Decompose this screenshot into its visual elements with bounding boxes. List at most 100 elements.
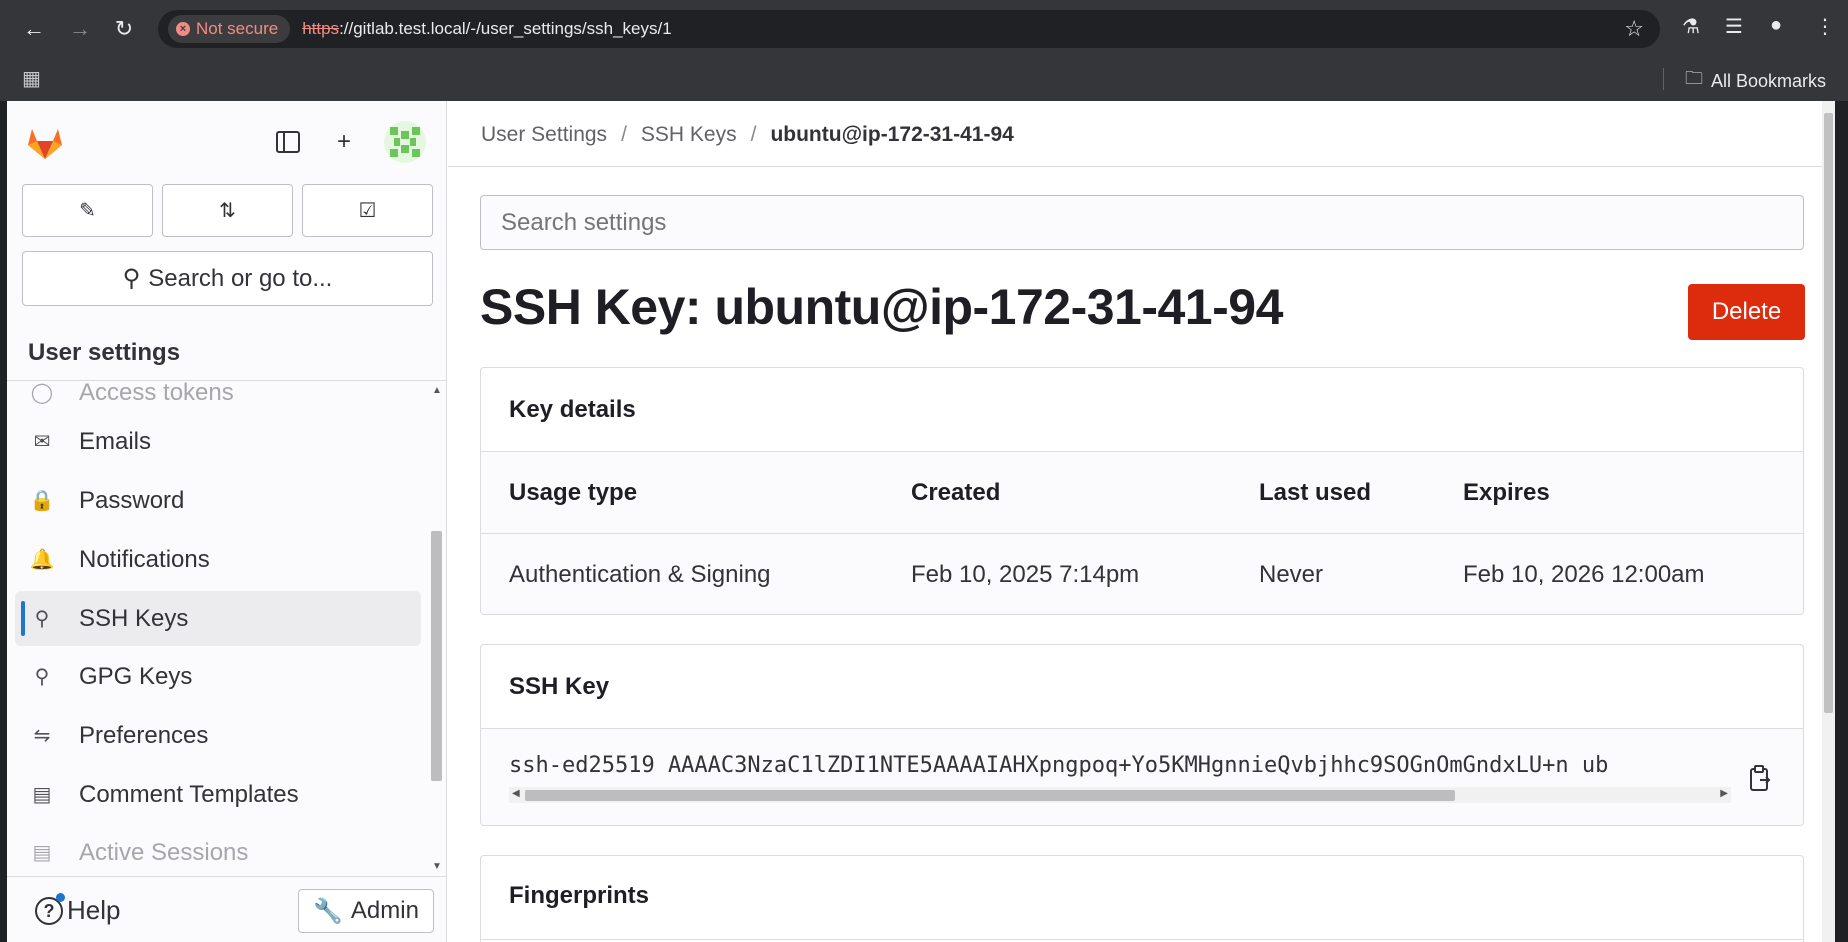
sidebar-item-label: Access tokens: [79, 382, 234, 406]
sidebar-item-active-sessions[interactable]: ▤ Active Sessions: [15, 825, 421, 876]
breadcrumb-ssh-keys[interactable]: SSH Keys: [641, 123, 737, 147]
ssh-key-body: ssh-ed25519 AAAAC3NzaC1lZDI1NTE5AAAAIAHX…: [481, 729, 1803, 825]
sidebar-item-label: Notifications: [79, 545, 210, 573]
table-header-row: Usage type Created Last used Expires: [481, 452, 1803, 534]
bell-icon: 🔔: [29, 549, 55, 571]
sidebar-item-ssh-keys[interactable]: ⚲ SSH Keys: [15, 591, 421, 646]
security-label: Not secure: [196, 19, 279, 38]
fingerprints-card: Fingerprints: [480, 855, 1804, 942]
sidebar-item-preferences[interactable]: ⇋ Preferences: [15, 708, 421, 763]
mail-icon: ✉: [33, 431, 51, 453]
key-scroll-thumb[interactable]: [525, 790, 1455, 801]
url-scheme: https: [302, 19, 340, 38]
issues-button[interactable]: ✎: [22, 184, 153, 237]
scroll-left-icon[interactable]: ◀: [512, 788, 520, 799]
reload-icon[interactable]: ↻: [106, 11, 142, 47]
breadcrumb-current[interactable]: ubuntu@ip-172-31-41-94: [770, 123, 1013, 147]
scroll-down-icon[interactable]: ▼: [432, 861, 442, 872]
ssh-key-card: SSH Key ssh-ed25519 AAAAC3NzaC1lZDI1NTE5…: [480, 644, 1804, 826]
bookmarks-divider: [1663, 68, 1664, 90]
sidebar-item-notifications[interactable]: 🔔 Notifications: [15, 532, 421, 587]
key-icon: ⚲: [34, 608, 50, 630]
fingerprints-heading: Fingerprints: [509, 882, 650, 909]
menu-icon[interactable]: ⋮: [1815, 14, 1835, 39]
sidebar-toggle-icon[interactable]: [269, 123, 307, 161]
help-icon: ?: [35, 892, 65, 925]
issues-icon: ✎: [79, 200, 96, 222]
scroll-right-icon[interactable]: ▶: [1720, 788, 1728, 799]
page-scroll-thumb[interactable]: [1824, 113, 1833, 713]
sidebar-item-label: Comment Templates: [79, 780, 299, 808]
sidebar-section-title: User settings: [7, 317, 447, 381]
copy-ssh-key-button[interactable]: [1739, 759, 1781, 799]
merge-requests-button[interactable]: ⇅: [162, 184, 293, 237]
breadcrumb-separator: /: [621, 123, 627, 146]
sidebar-item-label: Active Sessions: [79, 838, 249, 866]
sidebar-item-label: Password: [79, 486, 185, 514]
scroll-up-icon[interactable]: ▲: [432, 385, 442, 396]
column-header: Expires: [1463, 479, 1550, 506]
bookmarks-bar: ▦ 🗀 All Bookmarks: [0, 58, 1848, 101]
bookmark-star-icon[interactable]: ☆: [1624, 16, 1644, 42]
clipboard-icon: [1750, 765, 1771, 791]
all-bookmarks-button[interactable]: 🗀 All Bookmarks: [1685, 66, 1826, 96]
breadcrumb-separator: /: [750, 123, 757, 146]
admin-label: Admin: [350, 897, 419, 924]
sidebar-header: +: [7, 101, 447, 185]
ssh-key-value[interactable]: ssh-ed25519 AAAAC3NzaC1lZDI1NTE5AAAAIAHX…: [509, 753, 1731, 778]
sessions-icon: ▤: [32, 842, 52, 864]
profile-icon[interactable]: ●: [1770, 14, 1782, 37]
breadcrumb-user-settings[interactable]: User Settings: [481, 123, 607, 147]
key-details-card: Key details Usage type Created Last used…: [480, 367, 1804, 615]
sidebar-scroll-thumb[interactable]: [431, 531, 442, 781]
url-rest: ://gitlab.test.local/-/user_settings/ssh…: [339, 19, 672, 38]
security-chip[interactable]: × Not secure: [168, 15, 291, 43]
search-or-go-to-button[interactable]: ⚲ Search or go to...: [22, 251, 433, 306]
ssh-key-heading: SSH Key: [509, 673, 610, 700]
browser-chrome: ← → ↻ × Not secure https://gitlab.test.l…: [0, 0, 1848, 101]
card-header: SSH Key: [481, 645, 1803, 729]
column-header: Created: [911, 479, 1001, 506]
search-icon: ⚲: [122, 265, 141, 292]
address-bar[interactable]: × Not secure https://gitlab.test.local/-…: [158, 10, 1660, 48]
sidebar-item-emails[interactable]: ✉ Emails: [15, 414, 421, 469]
wrench-icon: 🔧: [313, 897, 343, 925]
sidebar-item-label: Preferences: [79, 721, 209, 749]
expires-value: Feb 10, 2026 12:00am: [1463, 561, 1705, 588]
sidebar-item-label: GPG Keys: [79, 662, 193, 690]
key-icon: ⚲: [34, 666, 50, 688]
media-icon[interactable]: ☰: [1725, 14, 1743, 39]
usage-type-value: Authentication & Signing: [509, 561, 771, 588]
gitlab-logo-icon[interactable]: [27, 125, 63, 161]
last-used-value: Never: [1259, 561, 1324, 588]
avatar[interactable]: [384, 121, 426, 163]
folder-icon: 🗀: [1685, 68, 1703, 88]
sidebar-item-password[interactable]: 🔒 Password: [15, 473, 421, 528]
sidebar-footer: ? Help 🔧 Admin: [7, 876, 447, 942]
card-header: Fingerprints: [481, 856, 1803, 940]
help-label: Help: [67, 895, 121, 925]
help-button[interactable]: ? Help: [35, 892, 121, 926]
token-icon: ◯: [30, 382, 54, 404]
apps-grid-icon[interactable]: ▦: [22, 66, 41, 91]
delete-button[interactable]: Delete: [1688, 284, 1805, 340]
sidebar: + ✎ ⇅ ☑ ⚲ Search or go to... User settin…: [7, 101, 447, 942]
labs-icon[interactable]: ⚗: [1682, 14, 1700, 39]
page-scrollbar[interactable]: [1822, 101, 1835, 942]
sidebar-item-comment-templates[interactable]: ▤ Comment Templates: [15, 767, 421, 822]
comment-icon: ▤: [32, 784, 52, 806]
sidebar-item-gpg-keys[interactable]: ⚲ GPG Keys: [15, 649, 421, 704]
forward-icon[interactable]: →: [62, 11, 98, 47]
todos-button[interactable]: ☑: [302, 184, 433, 237]
search-settings-input[interactable]: [480, 195, 1804, 250]
create-new-icon[interactable]: +: [325, 123, 363, 161]
table-row: Authentication & Signing Feb 10, 2025 7:…: [481, 534, 1803, 614]
sidebar-item-label: Emails: [79, 427, 152, 455]
all-bookmarks-label: All Bookmarks: [1711, 70, 1827, 91]
sidebar-quick-actions: ✎ ⇅ ☑: [22, 184, 433, 237]
browser-toolbar: ← → ↻ × Not secure https://gitlab.test.l…: [0, 0, 1848, 58]
key-horizontal-scrollbar[interactable]: ◀ ▶: [509, 787, 1731, 803]
admin-button[interactable]: 🔧 Admin: [298, 889, 434, 933]
back-icon[interactable]: ←: [16, 11, 52, 47]
url-text[interactable]: https://gitlab.test.local/-/user_setting…: [302, 19, 671, 39]
